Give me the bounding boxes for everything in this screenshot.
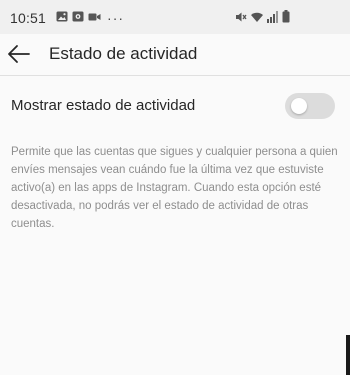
status-bar-left: 10:51 ··· (10, 9, 124, 27)
arrow-left-icon (8, 45, 30, 63)
status-bar-right (232, 10, 290, 28)
mute-icon (235, 10, 247, 28)
screen-edge-indicator (346, 335, 350, 375)
status-time: 10:51 (10, 10, 47, 26)
photo-app-icon (72, 9, 84, 27)
status-bar: 10:51 ··· (0, 0, 350, 34)
signal-icon (267, 10, 279, 28)
battery-icon (282, 10, 290, 28)
wifi-icon (250, 10, 264, 28)
activity-status-toggle[interactable] (285, 93, 335, 119)
activity-status-description: Permite que las cuentas que sigues y cua… (11, 145, 338, 231)
activity-status-label: Mostrar estado de actividad (11, 97, 196, 114)
activity-status-setting-row: Mostrar estado de actividad (0, 76, 350, 132)
video-icon (88, 9, 101, 27)
page-title: Estado de actividad (49, 44, 198, 63)
image-icon (56, 9, 68, 27)
toggle-knob (291, 98, 307, 114)
more-notifications-indicator: ··· (107, 10, 125, 26)
app-bar: Estado de actividad (0, 34, 350, 76)
back-button[interactable] (6, 42, 32, 66)
